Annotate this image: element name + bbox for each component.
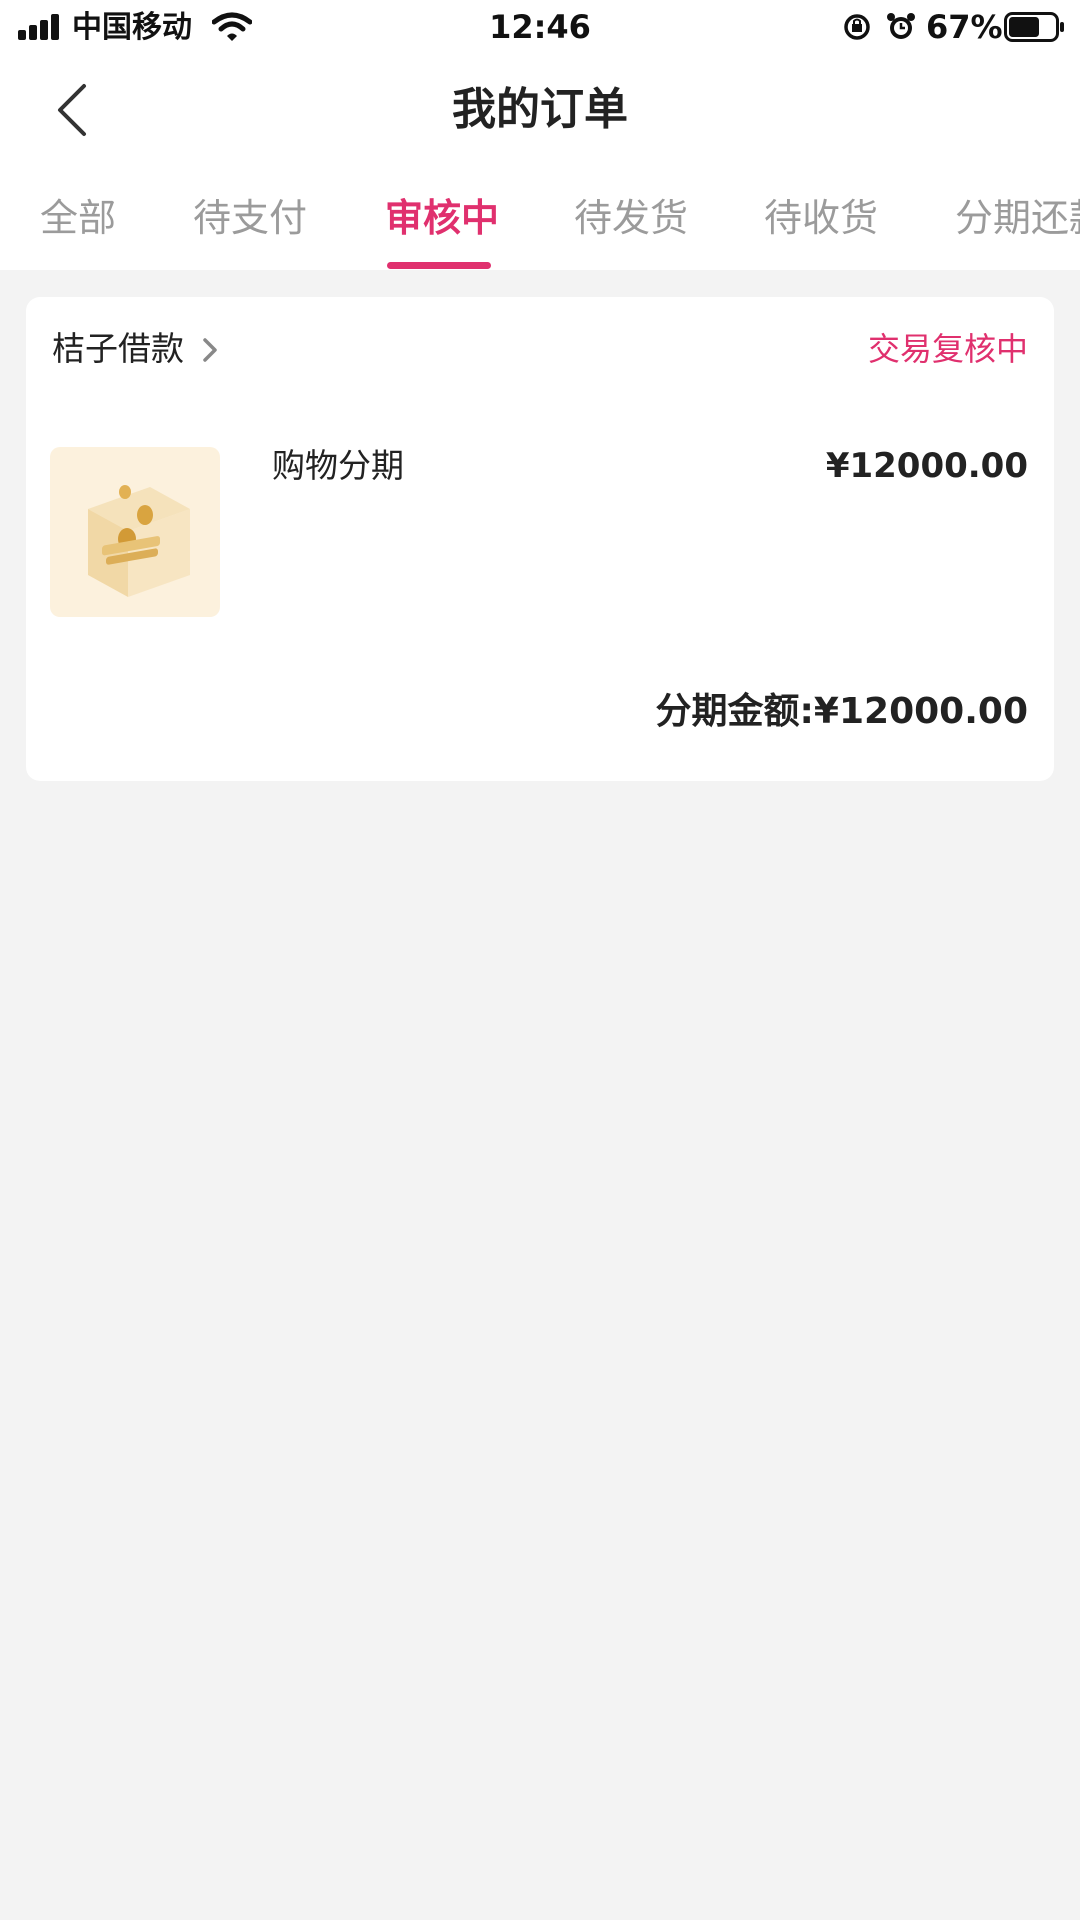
active-tab-indicator bbox=[387, 262, 491, 269]
product-name: 购物分期 bbox=[272, 446, 404, 485]
installment-amount: 分期金额:¥12000.00 bbox=[655, 691, 1028, 732]
rotation-lock-icon bbox=[844, 14, 870, 40]
order-status: 交易复核中 bbox=[867, 330, 1028, 368]
order-card[interactable]: 桔子借款 交易复核中 购物分期 ¥12000.00 分期金额:¥12000.00 bbox=[26, 297, 1054, 781]
tab-under-review[interactable]: 审核中 bbox=[385, 190, 499, 246]
order-tabs: 全部 待支付 审核中 待发货 待收货 分期还款 bbox=[0, 190, 1080, 270]
tab-installment-repayment[interactable]: 分期还款 bbox=[955, 190, 1080, 246]
battery-icon bbox=[1004, 12, 1064, 42]
tab-pending-receipt[interactable]: 待收货 bbox=[764, 190, 878, 246]
battery-percent: 67% bbox=[926, 8, 1003, 46]
tab-all[interactable]: 全部 bbox=[40, 190, 116, 246]
status-bar: 中国移动 12:46 67% bbox=[0, 0, 1080, 56]
header: 中国移动 12:46 67% 我的订单 全部 待支付 审核中 待发货 待收货 分… bbox=[0, 0, 1080, 270]
alarm-icon bbox=[887, 13, 915, 39]
product-price: ¥12000.00 bbox=[825, 446, 1028, 486]
status-time: 12:46 bbox=[489, 8, 591, 46]
merchant-name[interactable]: 桔子借款 bbox=[52, 327, 184, 371]
tab-pending-shipment[interactable]: 待发货 bbox=[574, 190, 688, 246]
page-title: 我的订单 bbox=[452, 84, 628, 135]
product-thumbnail bbox=[50, 447, 220, 617]
coin-box-icon bbox=[88, 485, 190, 597]
tab-pending-payment[interactable]: 待支付 bbox=[193, 190, 307, 246]
chevron-right-icon[interactable] bbox=[201, 337, 219, 363]
